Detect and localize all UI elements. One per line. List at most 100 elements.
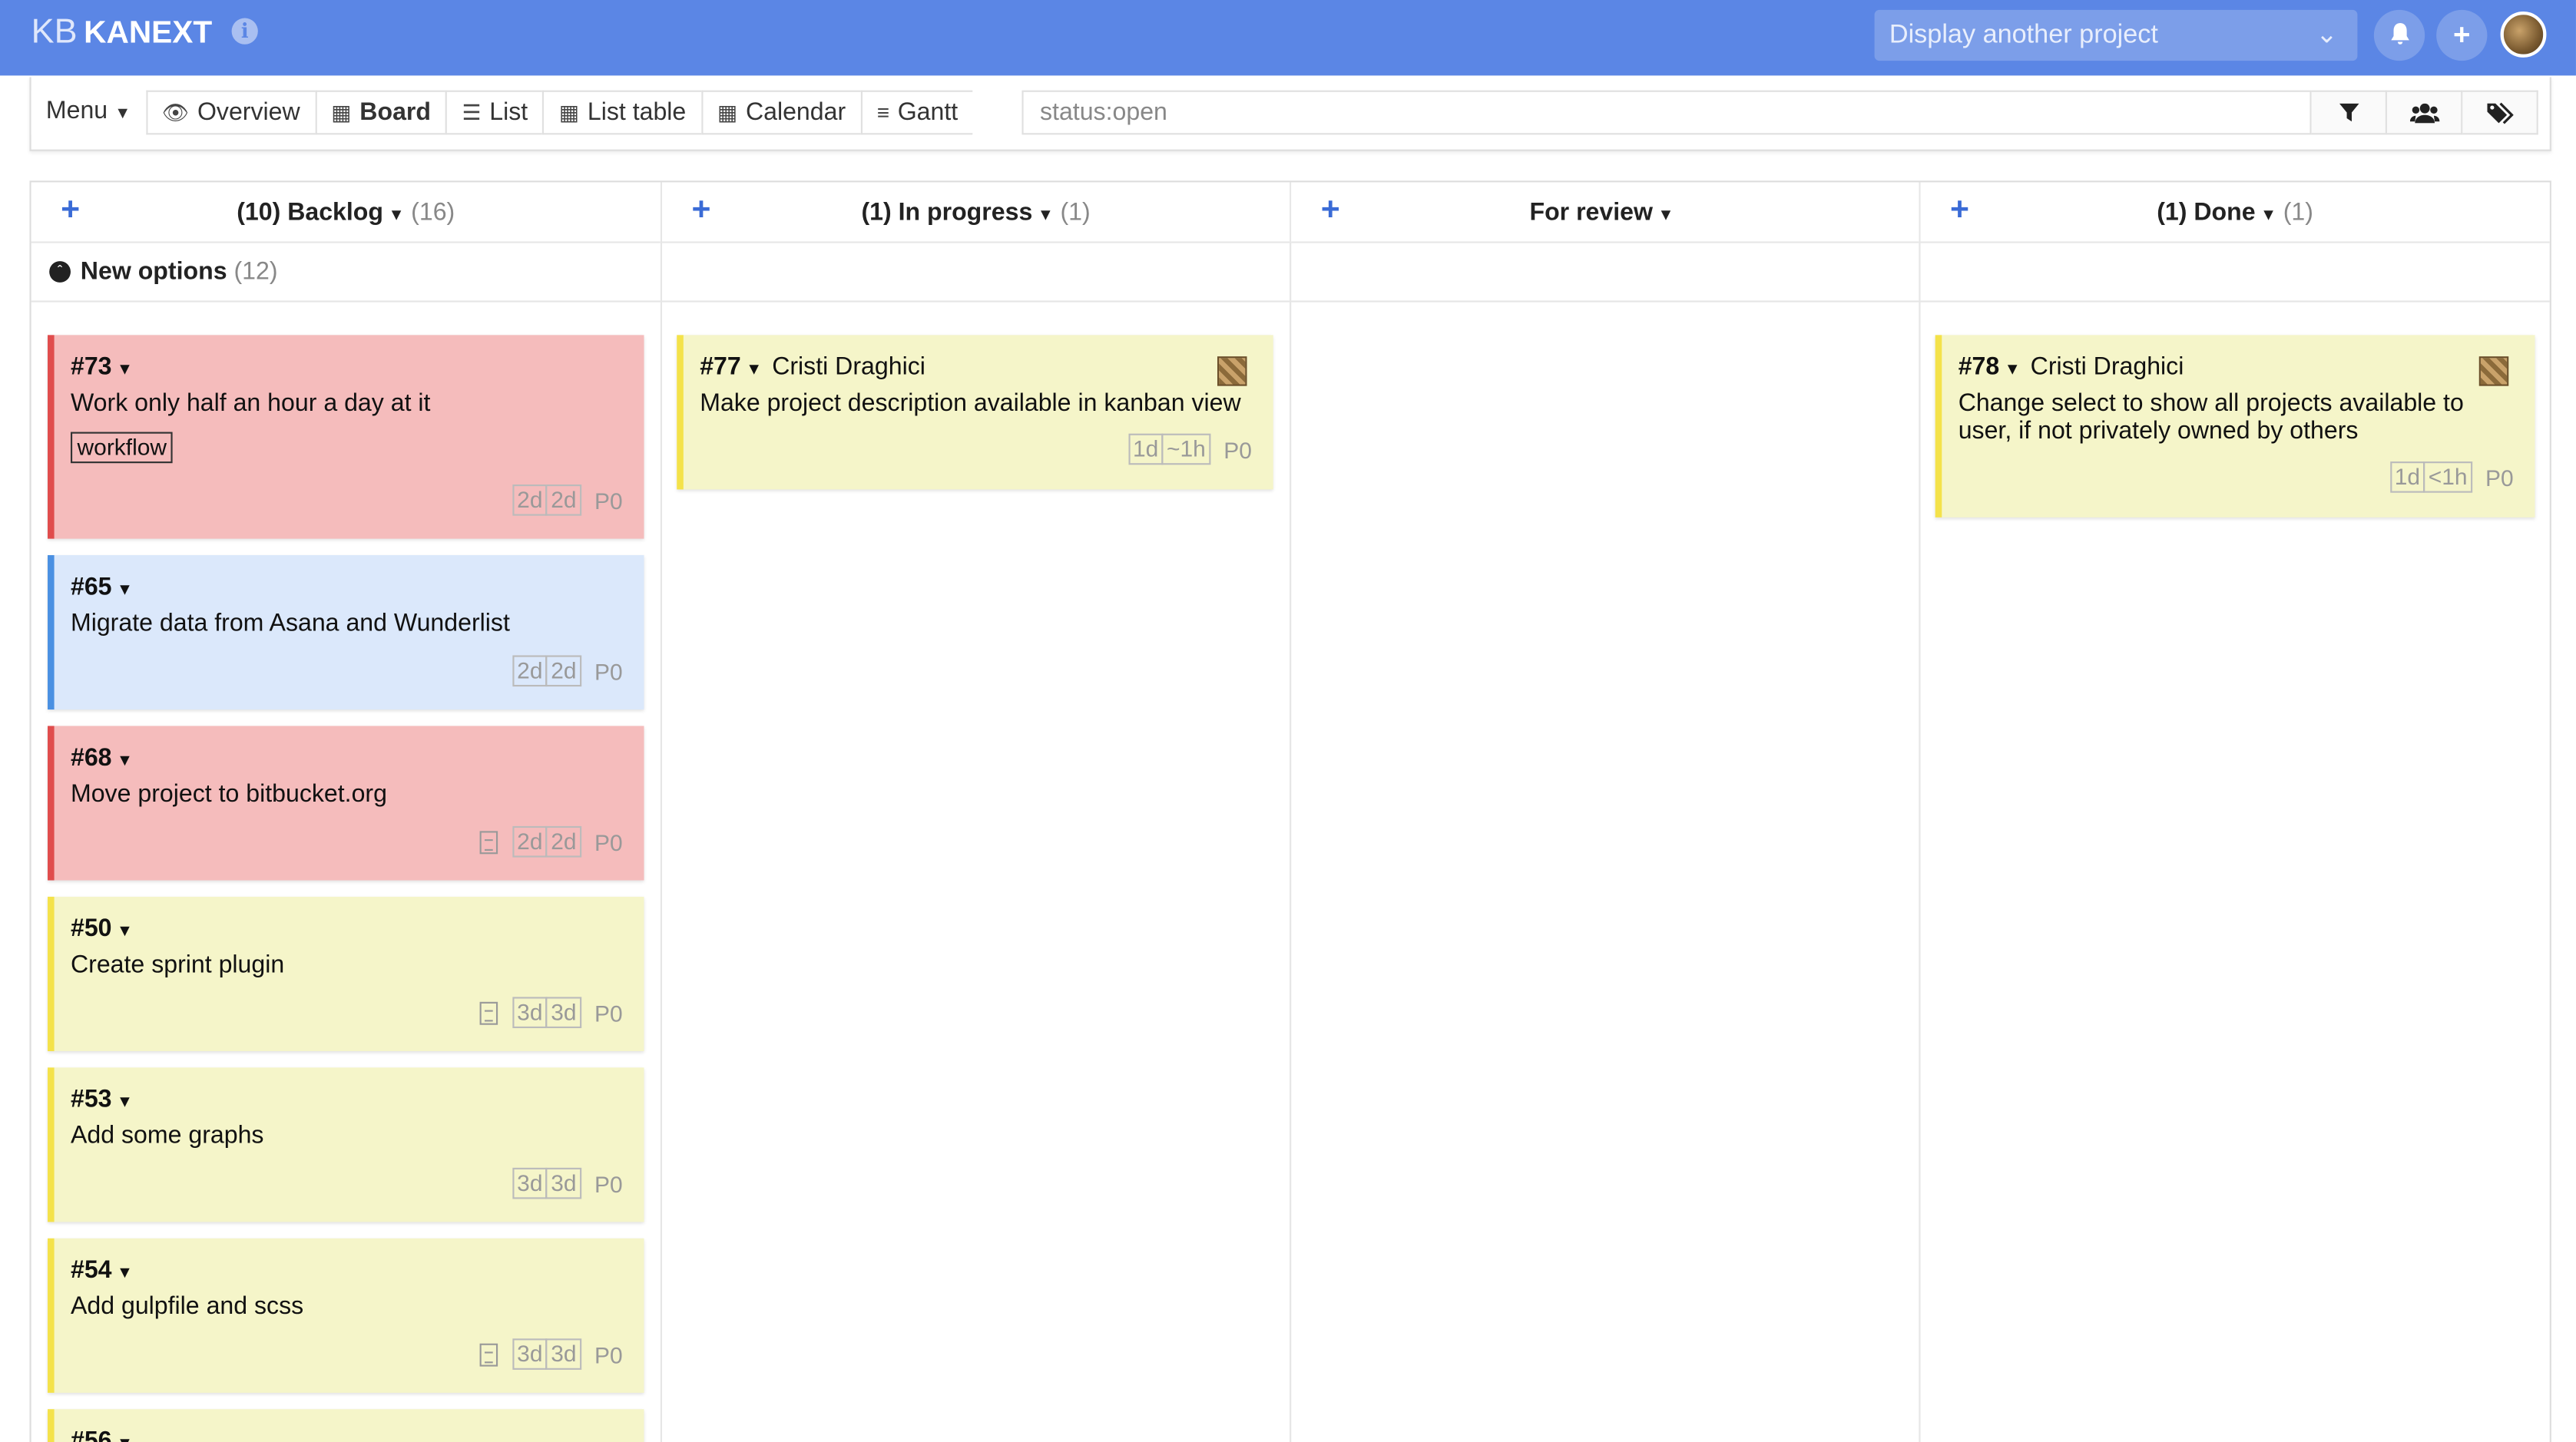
task-card[interactable]: #73 ▼ Work only half an hour a day at it … (48, 335, 644, 539)
task-id[interactable]: #73 ▼ (71, 353, 644, 381)
app-logo[interactable]: KB KANEXT (31, 13, 213, 52)
task-title[interactable]: Create sprint plugin (71, 951, 644, 978)
tab-overview[interactable]: 👁 Overview (145, 90, 315, 135)
task-tag: workflow (70, 432, 174, 464)
tab-gantt[interactable]: ≡ Gantt (860, 90, 973, 135)
project-selector[interactable]: Display another project ⌄ (1874, 9, 2358, 61)
priority: P0 (594, 999, 623, 1026)
info-icon[interactable]: i (231, 18, 258, 45)
task-id-label: #78 (1958, 352, 2000, 382)
task-card[interactable]: #77 ▼ Cristi Draghici Make project descrip… (677, 335, 1273, 490)
column-divider (1290, 182, 1292, 1442)
tab-list[interactable]: ☰ List (445, 90, 543, 135)
column-divider (660, 182, 663, 1442)
task-title[interactable]: Add some graphs (71, 1122, 644, 1149)
table-icon: ▦ (558, 100, 580, 125)
priority: P0 (594, 657, 623, 684)
description-icon[interactable] (478, 1000, 498, 1024)
task-card[interactable]: #53 ▼ Add some graphs 3d 3d P0 (48, 1067, 644, 1222)
column-title-label: For review (1529, 198, 1653, 227)
time-spent: 3d (545, 1167, 581, 1199)
time-spent: ~1h (1161, 433, 1211, 465)
task-card[interactable]: #78 ▼ Cristi Draghici Change select to sho… (1935, 335, 2535, 518)
tab-list-table[interactable]: ▦ List table (542, 90, 701, 135)
task-id[interactable]: #54 ▼ (71, 1256, 644, 1284)
task-card[interactable]: #65 ▼ Migrate data from Asana and Wunderl… (48, 554, 644, 710)
column-header-in-progress: + (1) In progress ▼ (1) (662, 182, 1290, 243)
priority: P0 (594, 487, 623, 514)
task-meta: 2d 2d P0 (478, 825, 623, 858)
tab-calendar[interactable]: ▦ Calendar (700, 90, 861, 135)
task-title[interactable]: Work only half an hour a day at it (71, 389, 644, 417)
time-spent: 3d (545, 1338, 581, 1370)
task-card[interactable]: #68 ▼ Move project to bitbucket.org 2d 2d P… (48, 726, 644, 881)
menu-dropdown[interactable]: Menu ▼ (31, 90, 146, 135)
column-title[interactable]: For review ▼ (1291, 199, 1919, 227)
estimate: 3d (512, 1167, 548, 1199)
tags-icon[interactable] (2462, 90, 2538, 135)
task-card[interactable]: #54 ▼ Add gulpfile and scss 3d 3d P0 (48, 1238, 644, 1393)
menu-label: Menu (45, 97, 108, 125)
task-meta: 1d <1h P0 (2389, 461, 2514, 493)
filter-icon[interactable] (2311, 90, 2387, 135)
swimlane-title-label: New options (80, 257, 227, 286)
plus-icon[interactable]: + (2436, 9, 2488, 61)
priority: P0 (594, 828, 623, 855)
task-id[interactable]: #78 ▼ Cristi Draghici (1958, 353, 2535, 381)
swimlane-header[interactable]: ˆ New options (12) (31, 243, 2550, 303)
column-title[interactable]: (10) Backlog ▼ (16) (31, 199, 661, 227)
column-title[interactable]: (1) Done ▼ (1) (1920, 199, 2549, 227)
estimate: 1d (2389, 461, 2425, 493)
users-icon[interactable] (2386, 90, 2463, 135)
time-spent: <1h (2423, 461, 2472, 493)
task-id[interactable]: #77 ▼ Cristi Draghici (700, 353, 1273, 381)
bell-icon[interactable] (2373, 9, 2425, 61)
logo-prefix: KB (31, 13, 78, 51)
collapse-icon[interactable]: ˆ (49, 261, 71, 283)
task-title[interactable]: Change select to show all projects avail… (1958, 389, 2492, 445)
avatar[interactable] (2500, 11, 2547, 58)
column-count: (1) (2283, 198, 2313, 227)
task-title[interactable]: Make project description available in ka… (700, 389, 1273, 417)
tab-list-table-label: List table (587, 98, 687, 127)
task-id[interactable]: #68 ▼ (71, 744, 644, 772)
task-id[interactable]: #53 ▼ (71, 1086, 644, 1113)
column-title-label: (1) Done (2157, 198, 2256, 227)
kanboard-app: KB KANEXT i Display another project ⌄ + M… (0, 0, 2576, 1442)
tab-board[interactable]: ▦ Board (314, 90, 446, 135)
tab-gantt-label: Gantt (897, 98, 959, 127)
search-input[interactable]: status:open (1021, 90, 2312, 135)
task-id-label: #73 (70, 352, 112, 382)
column-count: (16) (411, 198, 455, 227)
priority: P0 (1223, 435, 1252, 463)
task-card[interactable]: #56▼ (48, 1409, 644, 1442)
assignee-avatar (2478, 356, 2509, 386)
calendar-icon: ▦ (717, 100, 738, 125)
task-id[interactable]: #65 ▼ (71, 574, 644, 601)
swimlane-count: (12) (233, 257, 278, 286)
column-header-done: + (1) Done ▼ (1) (1920, 182, 2550, 243)
task-meta: 1d ~1h P0 (1127, 433, 1252, 465)
task-title[interactable]: Migrate data from Asana and Wunderlist (71, 610, 644, 637)
view-switcher: Menu ▼ 👁 Overview ▦ Board ☰ List ▦ List tabl… (31, 90, 973, 135)
chevron-down-icon: ⌄ (2316, 21, 2338, 50)
task-title[interactable]: Move project to bitbucket.org (71, 780, 644, 808)
app-name: KANEXT (84, 16, 213, 51)
description-icon[interactable] (478, 830, 498, 854)
kanban-board: + (10) Backlog ▼ (16) + (1) In progress ▼ (1… (29, 180, 2551, 1442)
task-id[interactable]: #56▼ (71, 1427, 644, 1442)
list-icon: ☰ (462, 100, 482, 125)
description-icon[interactable] (478, 1342, 498, 1366)
eye-icon: 👁 (161, 100, 190, 125)
swimlane-title: New options (12) (81, 258, 278, 286)
task-owner: Cristi Draghici (772, 352, 925, 382)
estimate: 3d (512, 1338, 548, 1370)
tab-board-label: Board (359, 98, 432, 127)
column-title[interactable]: (1) In progress ▼ (1) (662, 199, 1290, 227)
time-spent: 2d (545, 655, 581, 687)
task-title[interactable]: Add gulpfile and scss (71, 1292, 644, 1320)
task-meta: 2d 2d P0 (512, 655, 623, 687)
task-card[interactable]: #50 ▼ Create sprint plugin 3d 3d P0 (48, 896, 644, 1051)
task-id[interactable]: #50 ▼ (71, 914, 644, 942)
column-title-label: (10) Backlog (237, 198, 384, 227)
